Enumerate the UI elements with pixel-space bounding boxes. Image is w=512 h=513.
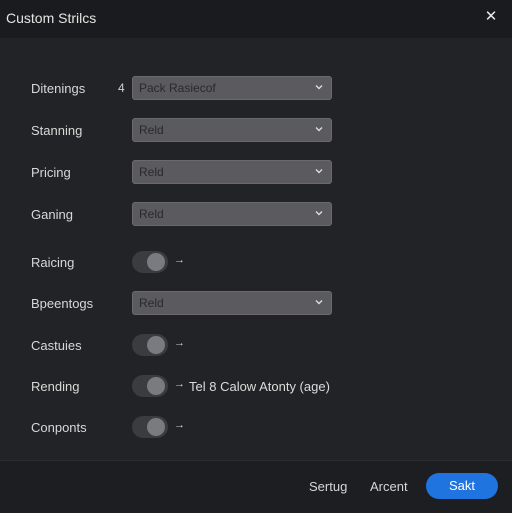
toggle-knob bbox=[147, 336, 165, 354]
settings-dialog: Custom Strilcs ✕ Ditenings 4 Pack Rasiec… bbox=[0, 0, 512, 513]
setting-toggle[interactable] bbox=[132, 251, 168, 273]
setting-row-bpeentogs: Bpeentogs Reld bbox=[0, 291, 512, 317]
setting-row-ganing: Ganing Reld bbox=[0, 202, 512, 228]
setting-dropdown[interactable]: Reld bbox=[132, 160, 332, 184]
arrow-right-icon[interactable]: → bbox=[174, 419, 185, 431]
setting-row-stanning: Stanning Reld bbox=[0, 118, 512, 144]
toggle-knob bbox=[147, 418, 165, 436]
dropdown-value: Reld bbox=[139, 296, 164, 310]
dropdown-value: Reld bbox=[139, 207, 164, 221]
setting-toggle[interactable] bbox=[132, 416, 168, 438]
dropdown-value: Reld bbox=[139, 165, 164, 179]
setting-toggle[interactable] bbox=[132, 375, 168, 397]
arrow-right-icon[interactable]: → bbox=[174, 254, 185, 266]
setting-label: Raicing bbox=[31, 255, 75, 270]
chevron-down-icon bbox=[315, 211, 323, 216]
title-bar: Custom Strilcs ✕ bbox=[0, 0, 512, 38]
chevron-down-icon bbox=[315, 127, 323, 132]
setting-row-ditenings: Ditenings 4 Pack Rasiecof bbox=[0, 76, 512, 102]
toggle-knob bbox=[147, 377, 165, 395]
chevron-down-icon bbox=[315, 85, 323, 90]
setting-row-rending: Rending → Tel 8 Calow Atonty (age) bbox=[0, 374, 512, 400]
chevron-down-icon bbox=[315, 169, 323, 174]
chevron-down-icon bbox=[315, 300, 323, 305]
dropdown-value: Pack Rasiecof bbox=[139, 81, 216, 95]
setting-row-castuies: Castuies → bbox=[0, 333, 512, 359]
setting-label: Bpeentogs bbox=[31, 296, 94, 311]
primary-button[interactable]: Sakt bbox=[426, 473, 498, 499]
setting-row-raicing: Raicing → bbox=[0, 250, 512, 276]
setting-dropdown[interactable]: Reld bbox=[132, 202, 332, 226]
dialog-footer: Sertug Arcent Sakt bbox=[0, 460, 512, 513]
setting-label: Conponts bbox=[31, 420, 87, 435]
row-prefix-marker: 4 bbox=[118, 81, 125, 95]
setting-label: Rending bbox=[31, 379, 80, 394]
setting-dropdown[interactable]: Reld bbox=[132, 291, 332, 315]
secondary-button-1[interactable]: Sertug bbox=[309, 479, 347, 494]
dropdown-value: Reld bbox=[139, 123, 164, 137]
toggle-knob bbox=[147, 253, 165, 271]
setting-label: Ditenings bbox=[31, 81, 86, 96]
setting-label: Castuies bbox=[31, 338, 82, 353]
setting-label: Pricing bbox=[31, 165, 71, 180]
arrow-right-icon[interactable]: → bbox=[174, 337, 185, 349]
setting-row-conponts: Conponts → bbox=[0, 415, 512, 441]
close-icon[interactable]: ✕ bbox=[480, 6, 502, 28]
setting-toggle[interactable] bbox=[132, 334, 168, 356]
secondary-button-2[interactable]: Arcent bbox=[370, 479, 408, 494]
setting-label: Ganing bbox=[31, 207, 73, 222]
toggle-note: Tel 8 Calow Atonty (age) bbox=[189, 379, 330, 394]
setting-dropdown[interactable]: Pack Rasiecof bbox=[132, 76, 332, 100]
setting-dropdown[interactable]: Reld bbox=[132, 118, 332, 142]
dialog-title: Custom Strilcs bbox=[6, 10, 97, 26]
arrow-right-icon[interactable]: → bbox=[174, 378, 185, 390]
setting-row-pricing: Pricing Reld bbox=[0, 160, 512, 186]
setting-label: Stanning bbox=[31, 123, 83, 138]
